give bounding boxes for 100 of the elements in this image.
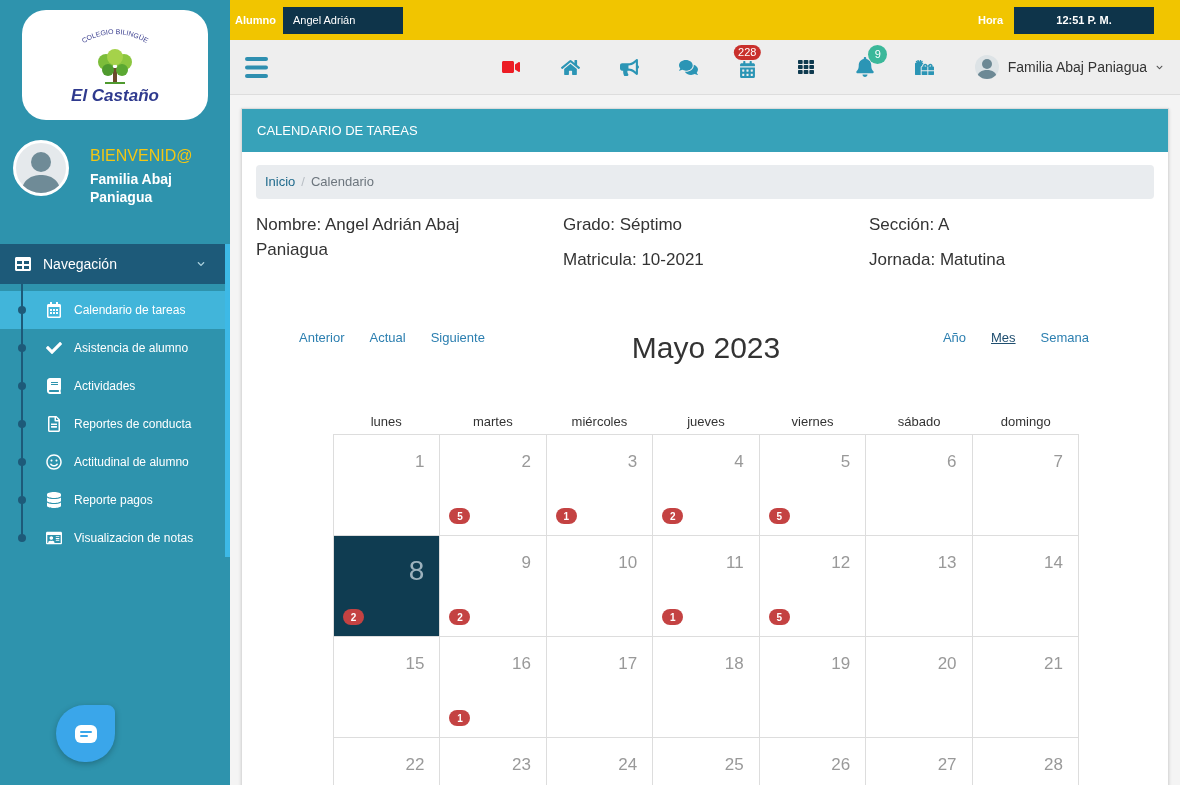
day-number: 3 bbox=[627, 451, 639, 472]
calendar-day-cell[interactable]: 13 bbox=[866, 536, 973, 637]
task-count-badge[interactable]: 2 bbox=[449, 609, 471, 625]
day-number: 26 bbox=[831, 754, 852, 775]
day-number: 14 bbox=[1044, 552, 1064, 573]
calendar-day-cell[interactable]: 12 5 bbox=[759, 536, 867, 637]
book-icon bbox=[45, 378, 62, 394]
day-number: 10 bbox=[618, 552, 639, 573]
calendar-day-cell[interactable]: 14 bbox=[972, 536, 1079, 637]
weekday-label: jueves bbox=[686, 413, 726, 432]
student-info-text: Matricula: 10-2021 bbox=[563, 249, 705, 271]
calendar-day-cell[interactable]: 5 5 bbox=[759, 435, 867, 536]
view-tab[interactable]: Año bbox=[942, 330, 966, 346]
task-count-badge[interactable]: 1 bbox=[449, 710, 471, 726]
sidebar-item[interactable]: Reportes de conducta bbox=[0, 405, 225, 443]
chat-button[interactable] bbox=[56, 705, 115, 762]
weekday-label: viernes bbox=[790, 413, 835, 432]
day-number: 22 bbox=[405, 754, 426, 775]
calendar-day-cell[interactable]: 15 bbox=[334, 637, 441, 738]
day-number: 13 bbox=[937, 552, 958, 573]
day-number: 1 bbox=[414, 451, 426, 472]
day-number: 2 bbox=[521, 451, 532, 472]
logo-name: El Castaño bbox=[71, 86, 159, 106]
calendar-day-cell[interactable]: 11 1 bbox=[653, 536, 760, 637]
breadcrumb-current: Calendario bbox=[311, 173, 374, 192]
student-label: Alumno bbox=[235, 12, 276, 28]
student-info-text: Jornada: Matutina bbox=[869, 249, 1007, 271]
calendar-nav-link[interactable]: Actual bbox=[369, 330, 406, 346]
calendar-day-cell[interactable]: 2 5 bbox=[440, 435, 547, 536]
calendar-day-cell[interactable]: 4 2 bbox=[653, 435, 760, 536]
weekday-label: martes bbox=[472, 413, 514, 432]
calendar-day-cell[interactable]: 3 1 bbox=[546, 435, 654, 536]
day-number: 9 bbox=[521, 552, 532, 573]
user-name-label: Familia Abaj Paniagua bbox=[90, 170, 173, 206]
view-tab[interactable]: Mes bbox=[991, 330, 1016, 346]
day-number: 21 bbox=[1044, 653, 1064, 674]
task-count-badge[interactable]: 2 bbox=[343, 609, 364, 625]
day-number: 7 bbox=[1053, 451, 1064, 472]
tree-icon bbox=[98, 49, 132, 84]
chevron-down-icon bbox=[197, 260, 205, 268]
weekday-label: sábado bbox=[896, 413, 942, 432]
bell-icon[interactable] bbox=[855, 57, 876, 77]
document-icon bbox=[45, 416, 62, 432]
calendar-day-cell[interactable]: 7 bbox=[972, 435, 1079, 536]
smiley-icon bbox=[45, 454, 62, 470]
home-icon[interactable] bbox=[560, 57, 580, 77]
calendar-day-cell[interactable]: 18 bbox=[653, 637, 760, 738]
breadcrumb-separator: / bbox=[300, 173, 306, 192]
menu-icon[interactable] bbox=[245, 56, 268, 78]
day-number: 23 bbox=[511, 754, 532, 775]
user-menu-button[interactable]: Familia Abaj Paniagua bbox=[974, 55, 1163, 79]
chat-bubbles-icon[interactable] bbox=[678, 57, 698, 77]
user-avatar-icon bbox=[13, 140, 69, 196]
task-count-badge[interactable]: 1 bbox=[555, 508, 577, 524]
grid-icon[interactable] bbox=[798, 59, 815, 75]
day-number: 5 bbox=[840, 451, 852, 472]
student-name-display[interactable]: Angel Adrián bbox=[282, 6, 403, 34]
calendar-day-cell[interactable]: 17 bbox=[546, 637, 654, 738]
task-count-badge[interactable]: 1 bbox=[662, 609, 684, 625]
calendar-day-cell[interactable]: 20 bbox=[866, 637, 973, 738]
time-label: Hora bbox=[977, 12, 1003, 28]
student-info-text: Sección: A bbox=[869, 214, 951, 236]
view-tab[interactable]: Semana bbox=[1040, 330, 1089, 346]
day-number: 24 bbox=[618, 754, 639, 775]
day-number: 16 bbox=[511, 653, 532, 674]
calendar-day-cell[interactable]: 21 bbox=[972, 637, 1079, 738]
task-count-badge[interactable]: 5 bbox=[449, 508, 471, 524]
navigation-header[interactable]: Navegación bbox=[0, 244, 225, 284]
user-avatar-icon bbox=[974, 55, 999, 79]
calendar-day-cell[interactable]: 1 bbox=[334, 435, 441, 536]
day-number: 17 bbox=[618, 653, 639, 674]
day-number: 15 bbox=[405, 653, 426, 674]
checkmark-icon bbox=[45, 340, 62, 356]
megaphone-icon[interactable] bbox=[619, 57, 639, 77]
calendar-day-cell[interactable]: 8 2 bbox=[334, 536, 441, 637]
video-camera-icon[interactable] bbox=[502, 58, 521, 76]
task-count-badge[interactable]: 5 bbox=[768, 508, 790, 524]
gifts-icon[interactable] bbox=[914, 57, 934, 77]
day-number: 6 bbox=[947, 451, 958, 472]
day-number: 20 bbox=[937, 653, 958, 674]
task-count-badge[interactable]: 2 bbox=[662, 508, 684, 524]
notification-badge: 9 bbox=[868, 45, 888, 64]
weekday-label: lunes bbox=[369, 413, 403, 432]
breadcrumb-link[interactable]: Inicio bbox=[265, 172, 296, 192]
calendar-nav-link[interactable]: Siguiente bbox=[430, 330, 485, 346]
calendar-icon bbox=[45, 302, 62, 318]
calendar-day-cell[interactable]: 19 bbox=[759, 637, 867, 738]
calendar-nav-link[interactable]: Anterior bbox=[299, 330, 345, 346]
database-icon bbox=[45, 492, 62, 508]
calendar-day-cell[interactable]: 9 2 bbox=[440, 536, 547, 637]
task-count-badge[interactable]: 5 bbox=[768, 609, 790, 625]
sidebar-item[interactable]: Calendario de tareas bbox=[0, 291, 225, 329]
calendar-day-cell[interactable]: 10 bbox=[546, 536, 654, 637]
day-number: 8 bbox=[408, 554, 426, 586]
calendar-day-cell[interactable]: 16 1 bbox=[440, 637, 547, 738]
calendar-icon[interactable] bbox=[738, 60, 756, 78]
student-info-text: Nombre: Angel Adrián Abaj Paniagua bbox=[256, 214, 461, 261]
day-number: 19 bbox=[831, 653, 852, 674]
calendar-day-cell[interactable]: 6 bbox=[866, 435, 973, 536]
time-display: 12:51 P. M. bbox=[1014, 6, 1154, 34]
